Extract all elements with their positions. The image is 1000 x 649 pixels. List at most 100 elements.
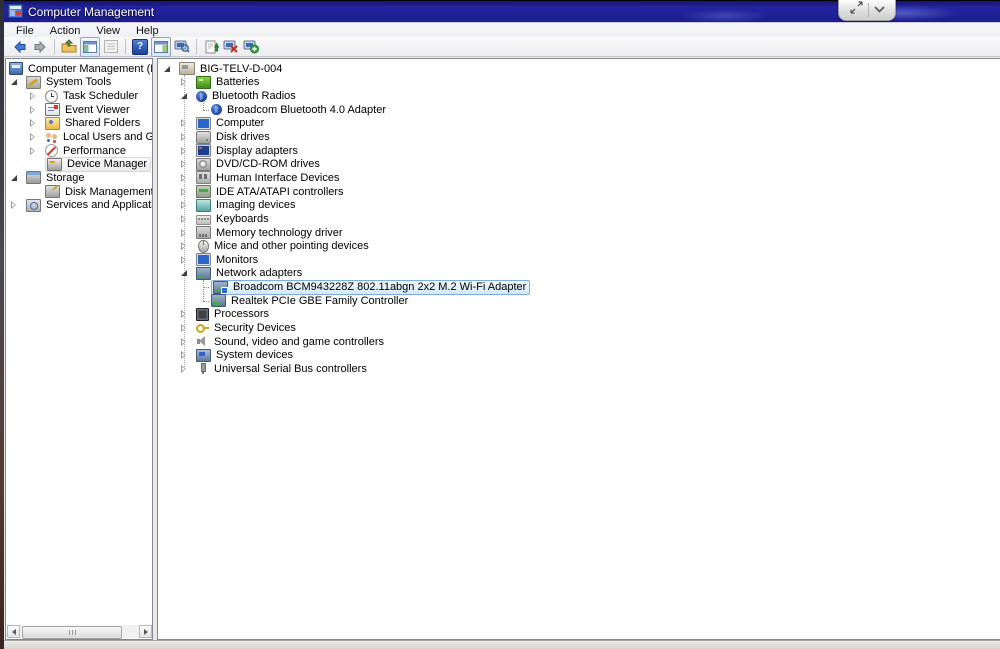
tree-item-usb-controllers[interactable]: Universal Serial Bus controllers (158, 362, 1000, 376)
tree-item-performance[interactable]: Performance (6, 144, 152, 158)
tree-item-ide-controllers[interactable]: IDE ATA/ATAPI controllers (158, 185, 1000, 199)
tree-item-display-adapters[interactable]: Display adapters (158, 144, 1000, 158)
expander-collapsed-icon[interactable] (179, 214, 189, 224)
tree-branch-connector (202, 294, 211, 308)
expander-collapsed-icon[interactable] (179, 350, 189, 360)
tree-item-disk-management[interactable]: Disk Management (6, 185, 152, 199)
menu-file[interactable]: File (8, 24, 42, 38)
console-tree-toggle-button[interactable] (80, 37, 100, 57)
expander-collapsed-icon[interactable] (179, 146, 189, 156)
tree-item-realtek-controller[interactable]: Realtek PCIe GBE Family Controller (158, 294, 1000, 308)
expander-expanded-icon[interactable] (162, 64, 172, 74)
expander-collapsed-icon[interactable] (179, 200, 189, 210)
display-adapter-icon (196, 144, 211, 157)
tree-item-label: Realtek PCIe GBE Family Controller (229, 295, 410, 307)
tree-item-processors[interactable]: Processors (158, 308, 1000, 322)
scrollbar-thumb[interactable] (22, 626, 122, 639)
chevron-down-icon[interactable] (873, 1, 886, 19)
tree-item-label: DVD/CD-ROM drives (214, 158, 322, 170)
tree-item-imaging-devices[interactable]: Imaging devices (158, 198, 1000, 212)
expander-collapsed-icon[interactable] (179, 159, 189, 169)
scroll-right-button[interactable] (139, 625, 152, 638)
tree-item-disk-drives[interactable]: Disk drives (158, 130, 1000, 144)
menu-action[interactable]: Action (42, 24, 89, 38)
tree-item-bluetooth-radios[interactable]: Bluetooth Radios (158, 89, 1000, 103)
expand-arrows-icon[interactable] (849, 0, 864, 20)
toolbar-separator (125, 39, 126, 54)
event-viewer-icon (45, 103, 60, 116)
device-manager-icon (47, 158, 62, 171)
expander-expanded-icon[interactable] (179, 268, 189, 278)
tree-item-security-devices[interactable]: Security Devices (158, 321, 1000, 335)
scan-computer-button[interactable] (173, 38, 191, 56)
tree-item-broadcom-bluetooth[interactable]: Broadcom Bluetooth 4.0 Adapter (158, 103, 1000, 117)
tree-item-device-manager[interactable]: Device Manager (6, 157, 152, 171)
inactive-selection: Device Manager (45, 157, 151, 172)
expander-collapsed-icon[interactable] (179, 132, 189, 142)
tree-branch-connector (202, 103, 211, 117)
tree-item-services-applications[interactable]: Services and Applications (6, 198, 152, 212)
tree-item-dvd-cdrom[interactable]: DVD/CD-ROM drives (158, 157, 1000, 171)
tree-item-computer-management[interactable]: Computer Management (Local) (6, 62, 152, 76)
tree-item-event-viewer[interactable]: Event Viewer (6, 103, 152, 117)
expander-collapsed-icon[interactable] (179, 323, 189, 333)
scrollbar-track[interactable] (20, 625, 139, 638)
work-area: Computer Management (Local) System Tools… (4, 58, 1000, 640)
tree-item-broadcom-wifi-adapter[interactable]: Broadcom BCM943228Z 802.11abgn 2x2 M.2 W… (158, 280, 1000, 294)
expander-collapsed-icon[interactable] (9, 200, 19, 210)
expander-collapsed-icon[interactable] (179, 309, 189, 319)
tree-item-keyboards[interactable]: Keyboards (158, 212, 1000, 226)
tree-item-storage[interactable]: Storage (6, 171, 152, 185)
disk-drive-icon (196, 131, 211, 144)
expander-collapsed-icon[interactable] (179, 337, 189, 347)
forward-button[interactable] (31, 38, 49, 56)
tree-item-shared-folders[interactable]: Shared Folders (6, 117, 152, 131)
expander-collapsed-icon[interactable] (179, 118, 189, 128)
action-pane-toggle-button[interactable] (151, 37, 171, 57)
expander-collapsed-icon[interactable] (179, 228, 189, 238)
expander-collapsed-icon[interactable] (179, 241, 189, 251)
expander-expanded-icon[interactable] (179, 91, 189, 101)
tree-item-local-users-groups[interactable]: Local Users and Groups (6, 130, 152, 144)
expander-expanded-icon[interactable] (9, 77, 19, 87)
tree-item-label: Performance (61, 145, 128, 157)
tree-item-memory-technology[interactable]: Memory technology driver (158, 226, 1000, 240)
expander-collapsed-icon[interactable] (28, 91, 38, 101)
expander-collapsed-icon[interactable] (28, 105, 38, 115)
expander-collapsed-icon[interactable] (179, 187, 189, 197)
tree-item-network-adapters[interactable]: Network adapters (158, 267, 1000, 281)
menu-help[interactable]: Help (128, 24, 167, 38)
expander-collapsed-icon[interactable] (28, 132, 38, 142)
expander-collapsed-icon[interactable] (179, 77, 189, 87)
tree-item-sound-controllers[interactable]: Sound, video and game controllers (158, 335, 1000, 349)
expander-collapsed-icon[interactable] (179, 255, 189, 265)
uninstall-device-button[interactable] (222, 38, 240, 56)
back-button[interactable] (11, 38, 29, 56)
expander-collapsed-icon[interactable] (28, 118, 38, 128)
expander-none (28, 159, 38, 169)
help-button[interactable]: ? (131, 38, 149, 56)
properties-button[interactable] (102, 38, 120, 56)
up-level-button[interactable] (60, 38, 78, 56)
tree-item-mice[interactable]: Mice and other pointing devices (158, 239, 1000, 253)
expander-expanded-icon[interactable] (9, 173, 19, 183)
right-arrow-icon (144, 629, 148, 635)
scroll-left-button[interactable] (7, 625, 20, 638)
tree-item-system-tools[interactable]: System Tools (6, 76, 152, 90)
menu-view[interactable]: View (88, 24, 128, 38)
expander-collapsed-icon[interactable] (28, 146, 38, 156)
tree-item-system-devices[interactable]: System devices (158, 348, 1000, 362)
expander-collapsed-icon[interactable] (179, 364, 189, 374)
tree-item-monitors[interactable]: Monitors (158, 253, 1000, 267)
expander-collapsed-icon[interactable] (179, 173, 189, 183)
tree-item-task-scheduler[interactable]: Task Scheduler (6, 89, 152, 103)
bluetooth-icon (211, 104, 222, 115)
tree-item-batteries[interactable]: Batteries (158, 76, 1000, 90)
keyboard-icon (196, 215, 211, 225)
horizontal-scrollbar[interactable] (7, 625, 152, 638)
tree-item-computer-name[interactable]: BIG-TELV-D-004 (158, 62, 1000, 76)
update-driver-button[interactable] (202, 38, 220, 56)
tree-item-computer-category[interactable]: Computer (158, 117, 1000, 131)
scan-hardware-changes-button[interactable] (242, 38, 260, 56)
tree-item-human-interface-devices[interactable]: Human Interface Devices (158, 171, 1000, 185)
